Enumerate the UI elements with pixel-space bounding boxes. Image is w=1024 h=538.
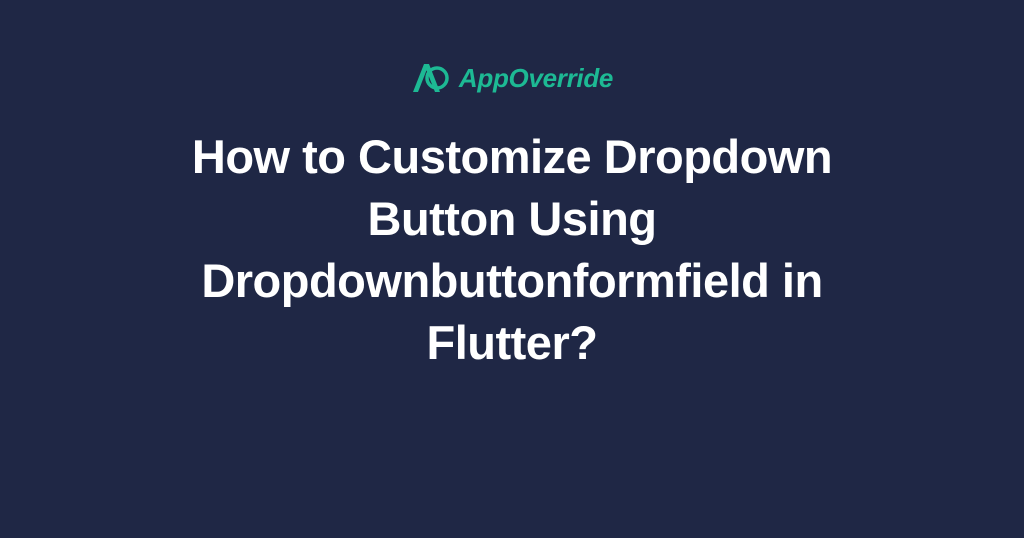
appoverride-logo-icon bbox=[411, 62, 449, 94]
brand-name: AppOverride bbox=[459, 63, 613, 94]
brand-logo: AppOverride bbox=[411, 62, 613, 94]
page-title: How to Customize Dropdown Button Using D… bbox=[132, 126, 892, 374]
